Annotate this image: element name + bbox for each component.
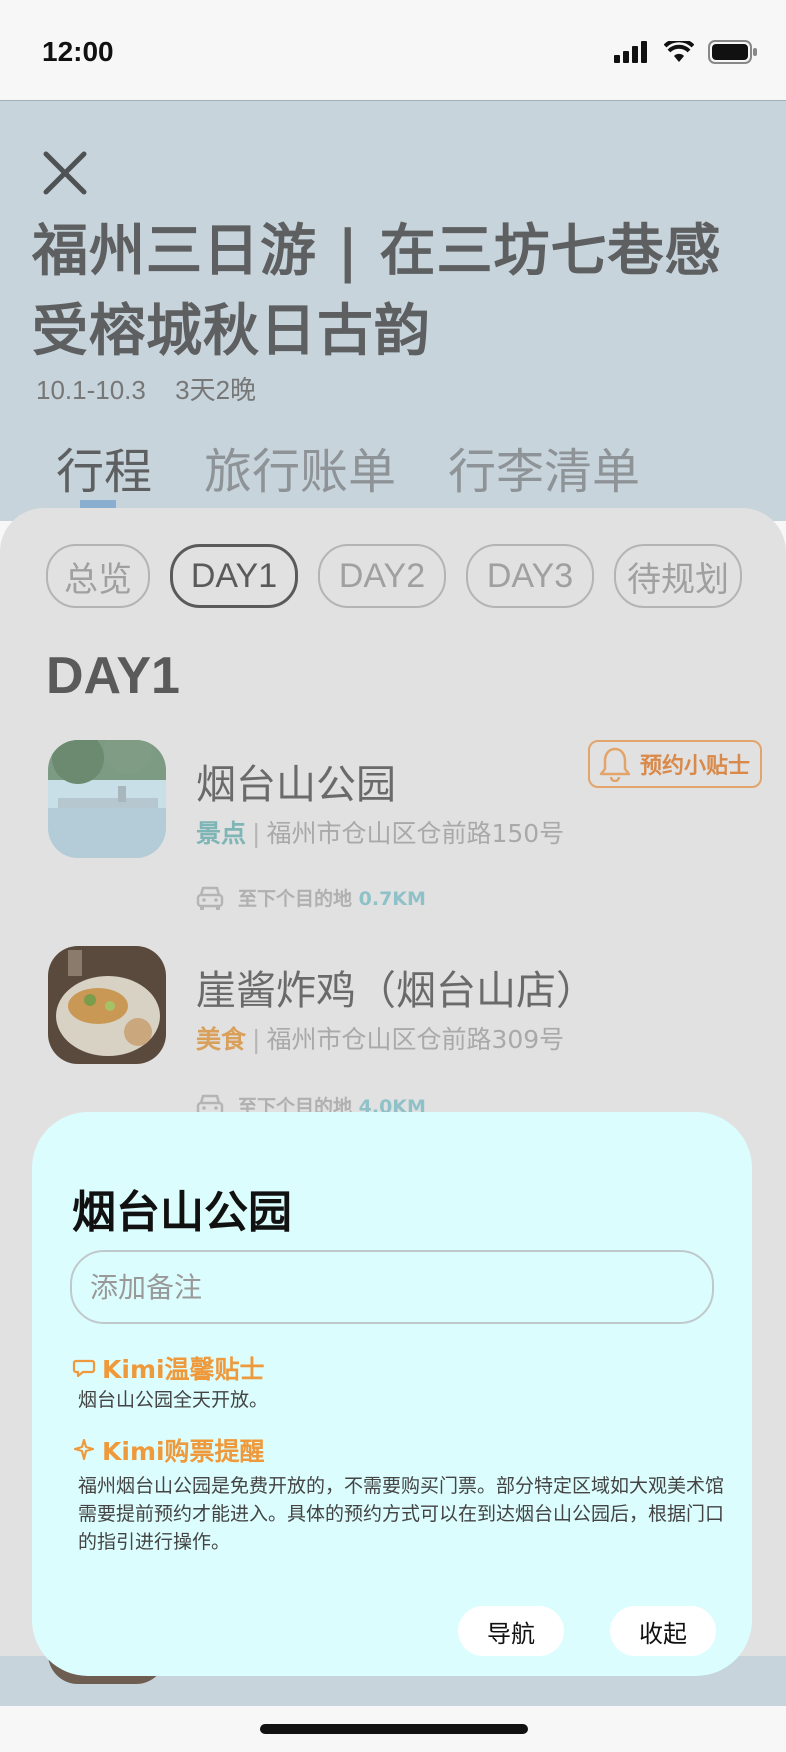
bell-icon bbox=[599, 747, 631, 782]
day-chips: 总览 DAY1 DAY2 DAY3 待规划 bbox=[46, 544, 742, 608]
tip-text: 烟台山公园全天开放。 bbox=[78, 1389, 269, 1411]
wifi-icon bbox=[664, 41, 694, 62]
trip-title: 福州三日游 | 在三坊七巷感受榕城秋日古韵 bbox=[32, 219, 722, 364]
chat-bubble-icon bbox=[72, 1359, 96, 1378]
tip-heading-text: Kimi温馨贴士 bbox=[102, 1355, 265, 1384]
tab-expenses[interactable]: 旅行账单 bbox=[204, 432, 396, 502]
reservation-tips-label: 预约小贴士 bbox=[640, 754, 751, 779]
note-input[interactable] bbox=[70, 1250, 714, 1324]
place-photo bbox=[48, 946, 166, 1064]
place-address: 福州市仓山区仓前路150号 bbox=[266, 819, 565, 848]
home-indicator[interactable] bbox=[260, 1724, 528, 1734]
tab-packing-list[interactable]: 行李清单 bbox=[448, 432, 640, 502]
reservation-tips-button[interactable]: 预约小贴士 bbox=[588, 740, 762, 788]
ticket-text: 福州烟台山公园是免费开放的，不需要购买门票。部分特定区域如大观美术馆需要提前预约… bbox=[78, 1475, 725, 1553]
chip-day1[interactable]: DAY1 bbox=[170, 544, 298, 608]
status-bar: 12:00 bbox=[0, 0, 786, 100]
sparkle-icon bbox=[73, 1438, 95, 1461]
active-tab-indicator bbox=[80, 500, 116, 508]
chip-day3[interactable]: DAY3 bbox=[466, 544, 594, 608]
chip-unplanned[interactable]: 待规划 bbox=[614, 544, 742, 608]
chip-overview[interactable]: 总览 bbox=[46, 544, 150, 608]
distance-label: 至下个目的地 bbox=[238, 888, 353, 910]
trip-duration: 3天2晚 bbox=[175, 375, 257, 405]
place-photo bbox=[48, 740, 166, 858]
close-icon[interactable] bbox=[38, 146, 92, 200]
place-details: 美食 | 福州市仓山区仓前路309号 bbox=[196, 1025, 565, 1054]
ticket-heading: Kimi购票提醒 bbox=[72, 1432, 265, 1468]
tab-itinerary[interactable]: 行程 bbox=[56, 432, 152, 502]
tip-heading: Kimi温馨贴士 bbox=[72, 1350, 265, 1386]
battery-icon bbox=[708, 40, 757, 64]
collapse-button[interactable]: 收起 bbox=[610, 1606, 716, 1656]
popup-title: 烟台山公园 bbox=[72, 1187, 292, 1238]
place-category: 景点 bbox=[196, 819, 247, 848]
place-name: 烟台山公园 bbox=[196, 762, 396, 808]
distance-row: 至下个目的地 0.7KM bbox=[196, 884, 426, 911]
place-category: 美食 bbox=[196, 1025, 247, 1054]
place-address: 福州市仓山区仓前路309号 bbox=[266, 1025, 565, 1054]
tab-bar: 行程 旅行账单 行李清单 bbox=[56, 432, 640, 502]
status-icons bbox=[614, 40, 758, 64]
status-time: 12:00 bbox=[42, 36, 114, 67]
ticket-heading-text: Kimi购票提醒 bbox=[102, 1437, 265, 1466]
distance-value: 0.7KM bbox=[358, 888, 426, 910]
day-heading: DAY1 bbox=[46, 647, 180, 705]
car-icon bbox=[196, 886, 224, 910]
place-card[interactable]: 崖酱炸鸡（烟台山店） 美食 | 福州市仓山区仓前路309号 bbox=[0, 944, 786, 1074]
trip-dates: 10.1-10.3 bbox=[36, 375, 146, 405]
place-detail-popup: 烟台山公园 Kimi温馨贴士 烟台山公园全天开放。 Kimi购票提醒 福州烟台山… bbox=[32, 1112, 752, 1676]
navigate-button[interactable]: 导航 bbox=[458, 1606, 564, 1656]
chip-day2[interactable]: DAY2 bbox=[318, 544, 446, 608]
place-details: 景点 | 福州市仓山区仓前路150号 bbox=[196, 819, 565, 848]
signal-icon bbox=[614, 41, 647, 63]
place-name: 崖酱炸鸡（烟台山店） bbox=[196, 968, 596, 1014]
trip-meta: 10.1-10.3 3天2晚 bbox=[36, 370, 278, 407]
